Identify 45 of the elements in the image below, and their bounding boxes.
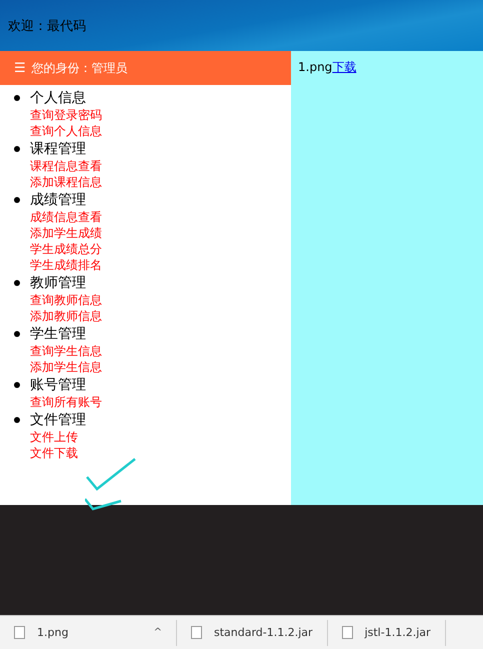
download-item[interactable]: jstl-1.1.2.jar [328,620,446,646]
bullet-icon [14,280,20,286]
menu-link[interactable]: 成绩信息查看 [30,209,102,225]
menu-group-label: 文件管理 [30,410,86,428]
menu-link[interactable]: 文件下载 [30,445,78,461]
sidebar-title: 您的身份：管理员 [32,60,128,76]
menu-link[interactable]: 添加学生信息 [30,359,102,375]
menu-link[interactable]: 文件上传 [30,429,78,445]
download-name: standard-1.1.2.jar [214,626,313,639]
menu-group-label: 课程管理 [30,140,86,158]
bullet-icon [14,94,20,100]
menu-group-label: 成绩管理 [30,190,86,208]
bullet-icon [14,382,20,388]
download-name: jstl-1.1.2.jar [364,626,431,639]
file-icon [14,626,25,639]
menu-link[interactable]: 查询所有账号 [30,394,102,410]
file-icon [342,626,353,639]
menu-link[interactable]: 查询登录密码 [30,107,102,123]
welcome-text: 欢迎：最代码 [8,18,86,34]
menu-icon[interactable]: ☰ [14,60,26,76]
menu-link[interactable]: 添加教师信息 [30,308,102,324]
menu-link[interactable]: 查询个人信息 [30,123,102,139]
menu-link[interactable]: 课程信息查看 [30,158,102,174]
menu-link[interactable]: 查询教师信息 [30,292,102,308]
menu-link[interactable]: 添加课程信息 [30,174,102,190]
download-name: 1.png [37,626,70,639]
download-link[interactable]: 下载 [332,60,356,74]
menu-group-label: 账号管理 [30,376,86,394]
download-item[interactable]: standard-1.1.2.jar [177,620,328,646]
menu-link[interactable]: 学生成绩总分 [30,241,102,257]
bullet-icon [14,196,20,202]
download-item[interactable]: 1.png ^ [0,620,177,646]
menu-group-label: 学生管理 [30,324,86,342]
menu-link[interactable]: 查询学生信息 [30,343,102,359]
menu-link[interactable]: 学生成绩排名 [30,257,102,273]
caret-icon[interactable]: ^ [154,627,162,638]
menu-group-label: 教师管理 [30,274,86,292]
file-icon [191,626,202,639]
bullet-icon [14,146,20,152]
menu-group-label: 个人信息 [30,88,86,106]
menu-link[interactable]: 添加学生成绩 [30,225,102,241]
bullet-icon [14,416,20,422]
file-name: 1.png [298,60,332,74]
bullet-icon [14,330,20,336]
check-mark-drawing [85,458,136,510]
